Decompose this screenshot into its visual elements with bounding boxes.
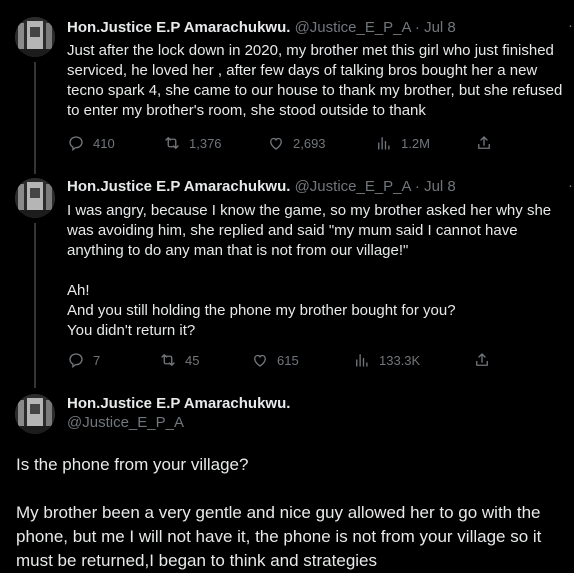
heart-icon (254, 354, 266, 367)
views-button[interactable]: 133.3K (353, 351, 420, 369)
retweet-button[interactable]: 45 (159, 351, 199, 369)
separator-dot: · (414, 178, 420, 195)
author-name[interactable]: Hon.Justice E.P Amarachukwu. (67, 395, 290, 412)
more-icon[interactable]: ·· (568, 17, 574, 34)
thread-line (34, 62, 36, 174)
retweet-count: 1,376 (189, 135, 222, 151)
author-handle[interactable]: @Justice_E_P_A (67, 414, 184, 431)
tweet-2[interactable]: Hon.Justice E.P Amarachukwu. @Justice_E_… (0, 170, 574, 388)
retweet-button[interactable]: 1,376 (163, 134, 222, 152)
reply-button[interactable]: 410 (67, 134, 115, 152)
tweet-header: Hon.Justice E.P Amarachukwu. (67, 394, 290, 414)
avatar[interactable] (15, 394, 55, 434)
author-name[interactable]: Hon.Justice E.P Amarachukwu. (67, 178, 290, 195)
author-name[interactable]: Hon.Justice E.P Amarachukwu. (67, 19, 290, 36)
views-icon (356, 354, 368, 367)
retweet-icon (161, 354, 175, 366)
like-count: 2,693 (293, 135, 326, 151)
views-icon (378, 137, 390, 150)
tweet-actions: 7 45 615 133.3K (67, 351, 567, 371)
more-icon[interactable]: ·· (568, 177, 574, 194)
share-button[interactable] (473, 351, 499, 369)
views-count: 1.2M (401, 135, 430, 151)
reply-icon (69, 353, 83, 369)
timestamp[interactable]: Jul 8 (424, 19, 456, 36)
tweet-text: I was angry, because I know the game, so… (67, 202, 552, 339)
like-button[interactable]: 615 (251, 351, 299, 369)
tweet-1[interactable]: Hon.Justice E.P Amarachukwu. @Justice_E_… (0, 0, 574, 174)
share-icon (478, 136, 490, 149)
share-button[interactable] (475, 134, 501, 152)
reply-count: 7 (93, 352, 101, 368)
tweet-header: Hon.Justice E.P Amarachukwu. @Justice_E_… (67, 18, 456, 38)
reply-count: 410 (93, 135, 115, 151)
author-handle[interactable]: @Justice_E_P_A (295, 178, 411, 195)
avatar[interactable] (15, 178, 55, 218)
separator-dot: · (414, 19, 420, 36)
tweet-text: Just after the lock down in 2020, my bro… (67, 42, 563, 119)
like-button[interactable]: 2,693 (267, 134, 326, 152)
thread-line (34, 223, 36, 388)
main-tweet[interactable]: Hon.Justice E.P Amarachukwu. @Justice_E_… (0, 380, 574, 571)
timestamp[interactable]: Jul 8 (424, 178, 456, 195)
like-count: 615 (277, 352, 299, 368)
views-button[interactable]: 1.2M (375, 134, 430, 152)
tweet-actions: 410 1,376 2,693 1.2M (67, 134, 567, 154)
retweet-count: 45 (185, 352, 200, 368)
views-count: 133.3K (379, 352, 421, 368)
heart-icon (270, 137, 282, 150)
retweet-icon (165, 137, 179, 149)
tweet-text: Is the phone from your village? My broth… (16, 455, 542, 570)
reply-icon (69, 136, 83, 152)
author-handle[interactable]: @Justice_E_P_A (295, 19, 411, 36)
tweet-header: Hon.Justice E.P Amarachukwu. @Justice_E_… (67, 177, 456, 197)
share-icon (476, 353, 488, 366)
avatar[interactable] (15, 17, 55, 57)
reply-button[interactable]: 7 (67, 351, 100, 369)
